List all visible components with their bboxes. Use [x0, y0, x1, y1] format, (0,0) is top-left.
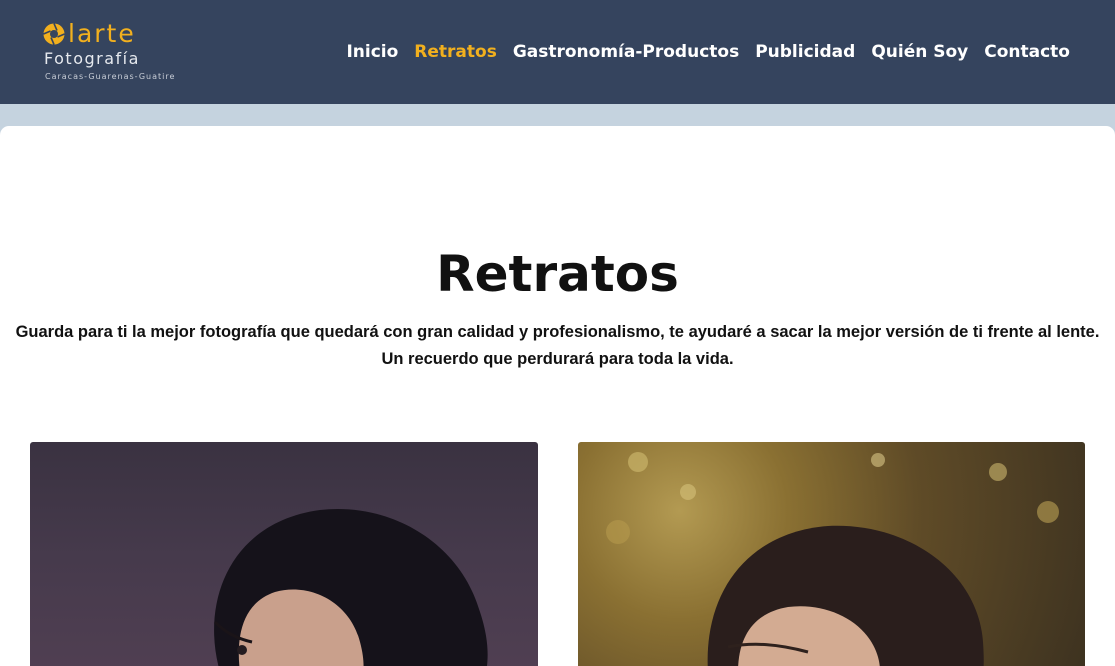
logo-location: Caracas-Guarenas-Guatire: [45, 72, 176, 81]
nav-item-quien-soy[interactable]: Quién Soy: [871, 40, 968, 64]
site-header: larte Fotografía Caracas-Guarenas-Guatir…: [0, 0, 1115, 104]
nav-item-gastronomia-productos[interactable]: Gastronomía-Productos: [513, 40, 739, 64]
site-logo[interactable]: larte Fotografía Caracas-Guarenas-Guatir…: [42, 18, 212, 88]
portrait-image-1: [213, 509, 488, 666]
page-title: Retratos: [436, 245, 679, 303]
logo-subtitle: Fotografía: [44, 49, 140, 68]
content-card: Retratos Guarda para ti la mejor fotogra…: [0, 126, 1115, 666]
portrait-photo-1[interactable]: [30, 442, 538, 666]
nav-item-retratos[interactable]: Retratos: [414, 40, 497, 64]
portrait-photo-2[interactable]: [578, 442, 1085, 666]
nav-item-contacto[interactable]: Contacto: [984, 40, 1070, 64]
main-nav: Inicio Retratos Gastronomía-Productos Pu…: [346, 40, 1070, 64]
logo-wordmark: larte: [68, 19, 136, 48]
portrait-image-2: [606, 452, 1059, 666]
page-intro: Guarda para ti la mejor fotografía que q…: [15, 323, 1100, 368]
nav-item-publicidad[interactable]: Publicidad: [755, 40, 855, 64]
camera-aperture-icon: [43, 23, 65, 45]
nav-item-inicio[interactable]: Inicio: [346, 40, 398, 64]
